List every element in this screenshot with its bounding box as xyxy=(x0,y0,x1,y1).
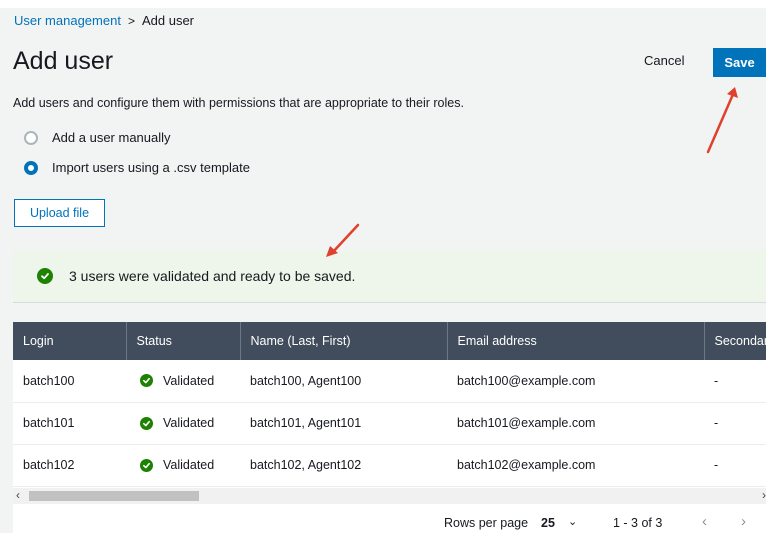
cancel-button[interactable]: Cancel xyxy=(644,53,684,68)
upload-file-button[interactable]: Upload file xyxy=(14,199,105,227)
cell-login: batch101 xyxy=(13,402,126,445)
radio-option-csv-import[interactable]: Import users using a .csv template xyxy=(24,160,250,175)
save-button[interactable]: Save xyxy=(713,48,766,77)
page-description: Add users and configure them with permis… xyxy=(13,96,464,110)
cell-status: Validated xyxy=(126,402,240,445)
cell-login: batch102 xyxy=(13,444,126,487)
column-header-name[interactable]: Name (Last, First) xyxy=(240,322,448,360)
cell-name: batch101, Agent101 xyxy=(240,402,447,445)
validated-check-icon xyxy=(140,374,153,388)
column-header-status[interactable]: Status xyxy=(126,322,241,360)
rows-per-page-select[interactable]: 25 xyxy=(541,516,555,530)
scroll-left-arrow-icon[interactable]: ‹ xyxy=(16,488,20,502)
users-table-panel: Login Status Name (Last, First) Email ad… xyxy=(13,322,766,533)
status-label: Validated xyxy=(163,416,215,430)
cell-status: Validated xyxy=(126,360,240,403)
radio-option-manual[interactable]: Add a user manually xyxy=(24,130,171,145)
cell-status: Validated xyxy=(126,444,240,487)
breadcrumb-separator: > xyxy=(127,14,135,28)
cell-email: batch102@example.com xyxy=(447,444,704,487)
rows-per-page-label: Rows per page xyxy=(444,516,529,530)
table-row: batch102 Validated batch102, Agent102 ba… xyxy=(13,444,766,487)
column-header-email[interactable]: Email address xyxy=(447,322,705,360)
cell-name: batch102, Agent102 xyxy=(240,444,447,487)
breadcrumb: User management > Add user xyxy=(14,13,194,28)
status-label: Validated xyxy=(163,458,215,472)
cell-email: batch101@example.com xyxy=(447,402,704,445)
annotation-arrow-icon xyxy=(706,87,738,154)
table-header-row: Login Status Name (Last, First) Email ad… xyxy=(13,322,766,360)
scroll-right-arrow-icon[interactable]: › xyxy=(762,488,766,502)
breadcrumb-link-user-management[interactable]: User management xyxy=(14,13,121,28)
horizontal-scrollbar[interactable]: ‹ › xyxy=(13,488,766,504)
cell-name: batch100, Agent100 xyxy=(240,360,447,403)
table-row: batch101 Validated batch101, Agent101 ba… xyxy=(13,402,766,445)
cell-secondary: - xyxy=(704,444,766,487)
next-page-icon[interactable]: › xyxy=(741,513,746,530)
success-check-icon xyxy=(37,268,53,284)
cell-login: batch100 xyxy=(13,360,126,403)
radio-label-csv-import: Import users using a .csv template xyxy=(52,160,250,175)
users-table: Login Status Name (Last, First) Email ad… xyxy=(13,322,766,487)
breadcrumb-current: Add user xyxy=(141,13,195,28)
top-strip xyxy=(0,0,766,8)
chevron-down-icon[interactable]: ⌄ xyxy=(568,515,577,528)
status-label: Validated xyxy=(163,373,215,388)
scrollbar-thumb[interactable] xyxy=(29,491,199,501)
pagination: Rows per page 25 ⌄ 1 - 3 of 3 ‹ › xyxy=(13,508,766,533)
radio-label-manual: Add a user manually xyxy=(52,130,171,145)
cell-email: batch100@example.com xyxy=(447,360,704,403)
table-row: batch100 Validated batch100, Agent100 ba… xyxy=(13,360,766,403)
radio-button-manual[interactable] xyxy=(24,130,38,145)
success-alert: 3 users were validated and ready to be s… xyxy=(13,250,766,303)
validated-check-icon xyxy=(140,416,153,430)
page-title: Add user xyxy=(13,47,114,75)
cell-secondary: - xyxy=(704,402,766,445)
radio-button-csv-import[interactable] xyxy=(24,160,38,175)
validated-check-icon xyxy=(140,458,153,472)
previous-page-icon[interactable]: ‹ xyxy=(702,513,707,530)
column-header-secondary[interactable]: Secondar xyxy=(704,322,766,360)
page-range: 1 - 3 of 3 xyxy=(613,516,663,530)
column-header-login[interactable]: Login xyxy=(13,322,127,360)
cell-secondary: - xyxy=(704,360,766,403)
alert-message: 3 users were validated and ready to be s… xyxy=(69,268,356,284)
